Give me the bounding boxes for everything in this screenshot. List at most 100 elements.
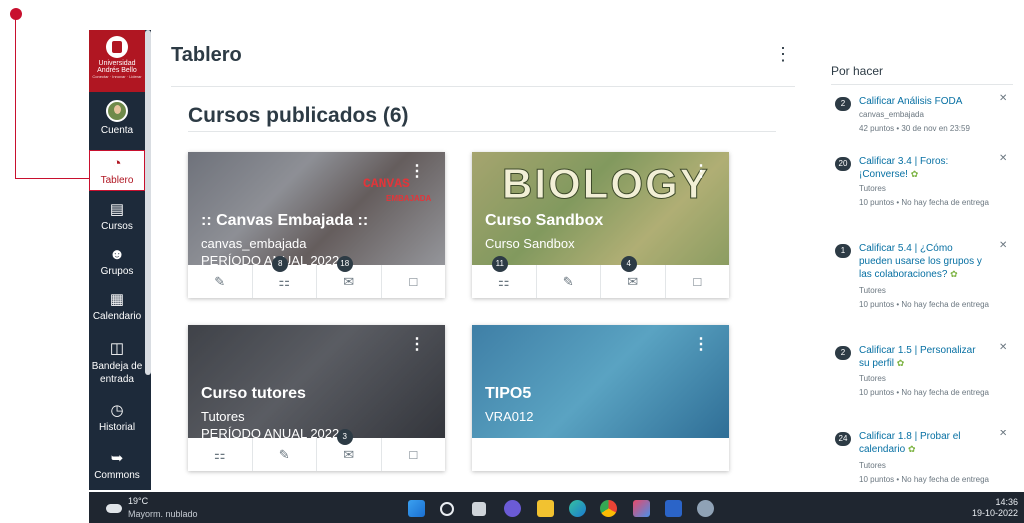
nav-item-cuenta[interactable]: Cuenta [89,100,145,136]
card-actions: ⚏ 11 ✎ ✉ 4 □ [472,256,730,298]
announcements-icon[interactable]: ⚏ 11 [472,256,536,298]
logo-name: Universidad Andrés Bello [97,60,137,74]
todo-link[interactable]: Calificar 3.4 | Foros: ¡Converse! ✿ [859,155,987,181]
teams-icon[interactable] [504,500,521,517]
nav-item-label: Commons [94,470,140,481]
course-code: Curso Sandbox [485,236,575,251]
todo-course: Tutores [859,184,886,193]
temperature: 19°C [128,496,149,506]
card-options-icon[interactable]: ⋮ [409,164,425,180]
courses-icon: ▤ [109,201,125,218]
course-card-image[interactable]: BIOLOGY Curso Sandbox Curso Sandbox ⋮ [472,152,729,265]
university-logo[interactable]: Universidad Andrés Bello Conectar · Inno… [89,30,145,92]
annotation-dot [10,8,22,20]
logo-tagline: Conectar · Innovar · Liderar [92,74,142,79]
avatar [106,100,128,122]
unread-badge: 3 [336,429,353,445]
todo-link-text: Calificar 3.4 | Foros: ¡Converse! [859,156,949,180]
course-title[interactable]: TIPO5 [485,385,531,403]
close-icon[interactable]: ✕ [999,93,1007,104]
todo-link-text: Calificar 5.4 | ¿Cómo pueden usarse los … [859,243,982,280]
search-icon[interactable] [440,502,454,516]
section-title: Cursos publicados (6) [188,104,409,127]
edge-icon[interactable] [569,500,586,517]
clock-date: 19-10-2022 [971,508,1018,518]
course-title[interactable]: Curso Sandbox [485,212,603,230]
discussions-icon[interactable]: ✉ 4 [600,256,665,298]
announcements-icon[interactable]: ⚏ 8 [251,256,317,298]
card-actions: ✎ ⚏ 8 ✉ 18 □ [188,256,446,298]
todo-count-badge: 2 [835,97,851,111]
course-term: PERÍODO ANUAL 2022 [201,426,340,438]
announcements-icon[interactable]: ⚏ [188,438,252,471]
windows-start-icon[interactable] [408,500,425,517]
todo-link[interactable]: Calificar 5.4 | ¿Cómo pueden usarse los … [859,242,987,281]
course-title[interactable]: :: Canvas Embajada :: [201,212,368,230]
task-view-icon[interactable] [472,502,486,516]
course-card-image[interactable]: TIPO5 VRA012 ⋮ [472,325,729,438]
nav-item-label: Tablero [100,175,134,186]
todo-link[interactable]: Calificar 1.8 | Probar el calendario ✿ [859,430,987,456]
nav-item-commons[interactable]: ➥ Commons [89,450,145,481]
todo-details: 10 puntos • No hay fecha de entrega [859,300,990,309]
nav-item-tablero[interactable]: ◔ Tablero [89,150,145,191]
course-card[interactable]: TIPO5 VRA012 ⋮ [472,325,729,471]
unread-badge: 4 [620,256,637,272]
discussions-icon[interactable]: ✉ 18 [316,256,381,298]
nav-item-historial[interactable]: ◷ Historial [89,402,145,433]
course-card-image[interactable]: Curso tutores Tutores PERÍODO ANUAL 2022… [188,325,445,438]
card-actions: ⚏ ✎ ✉ 3 □ [188,429,446,471]
word-icon[interactable] [665,500,682,517]
card-options-icon[interactable]: ⋮ [693,164,709,180]
dashboard-options-icon[interactable]: ⋮ [774,45,792,63]
files-icon[interactable]: □ [380,438,446,471]
settings-gear-icon[interactable] [697,500,714,517]
course-title[interactable]: Curso tutores [201,385,306,403]
nav-item-bandeja[interactable]: ◫ Bandeja de entrada [89,340,145,386]
groups-icon: ☻ [109,246,125,263]
assignments-icon[interactable]: ✎ [251,438,317,471]
course-code: Tutores [201,409,245,424]
files-icon[interactable]: □ [380,265,446,298]
course-term: PERÍODO ANUAL 2022 [201,253,340,265]
todo-details: 10 puntos • No hay fecha de entrega [859,388,990,397]
nav-scrollbar[interactable] [145,30,151,375]
system-clock[interactable]: 14:36 19-10-2022 [972,497,1018,519]
close-icon[interactable]: ✕ [999,430,1007,439]
course-card[interactable]: BIOLOGY Curso Sandbox Curso Sandbox ⋮ ⚏ 1… [472,152,729,298]
todo-course: canvas_embajada [859,110,924,119]
discussions-icon[interactable]: ✉ 3 [316,429,381,471]
course-code: canvas_embajada [201,236,307,251]
unread-badge: 11 [491,256,508,272]
course-card[interactable]: CANVAS EMBAJADA :: Canvas Embajada :: ca… [188,152,445,298]
todo-link[interactable]: Calificar 1.5 | Personalizar su perfil ✿ [859,344,987,370]
assignments-icon[interactable]: ✎ [535,265,601,298]
course-card[interactable]: Curso tutores Tutores PERÍODO ANUAL 2022… [188,325,445,471]
app-icon[interactable] [633,500,650,517]
todo-course: Tutores [859,286,886,295]
inbox-icon: ◫ [109,340,125,357]
leaf-icon: ✿ [896,358,905,368]
assignments-icon[interactable]: ✎ [188,265,252,298]
nav-item-cursos[interactable]: ▤ Cursos [89,201,145,232]
todo-link-text: Calificar 1.5 | Personalizar su perfil [859,345,976,369]
nav-item-label: Bandeja de entrada [91,361,143,385]
nav-item-grupos[interactable]: ☻ Grupos [89,246,145,277]
nav-item-calendario[interactable]: ▦ Calendario [89,291,145,322]
cloud-icon [106,504,122,513]
unread-badge: 18 [336,256,353,272]
course-card-image[interactable]: CANVAS EMBAJADA :: Canvas Embajada :: ca… [188,152,445,265]
logo-seal-icon [106,36,128,58]
annotation-line [15,178,91,179]
close-icon[interactable]: ✕ [999,240,1007,251]
close-icon[interactable]: ✕ [999,342,1007,353]
close-icon[interactable]: ✕ [999,153,1007,164]
leaf-icon: ✿ [907,444,916,454]
file-explorer-icon[interactable] [537,500,554,517]
todo-link[interactable]: Calificar Análisis FODA [859,95,987,108]
files-icon[interactable]: □ [664,265,730,298]
chrome-icon[interactable] [600,500,617,517]
card-options-icon[interactable]: ⋮ [693,337,709,353]
clock-time: 14:36 [995,497,1018,507]
card-options-icon[interactable]: ⋮ [409,337,425,353]
